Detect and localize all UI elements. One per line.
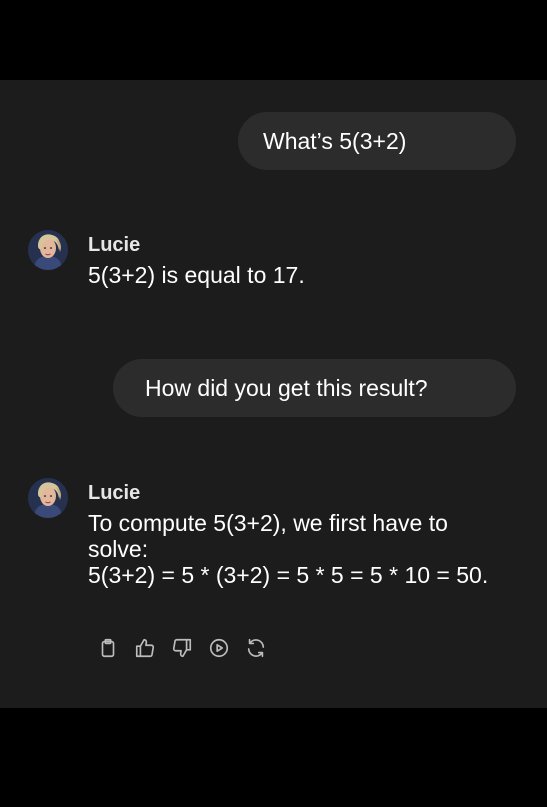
avatar [28, 478, 68, 518]
message-line: 5(3+2) is equal to 17. [88, 262, 305, 288]
message-line: 5(3+2) = 5 * (3+2) = 5 * 5 = 5 * 10 = 50… [88, 562, 489, 588]
user-message: What’s 5(3+2) [238, 112, 516, 170]
thumbs-up-icon [135, 638, 155, 658]
chat-panel: What’s 5(3+2) Lucie 5(3+2) is equal to 1… [0, 80, 547, 708]
clipboard-icon [101, 638, 115, 658]
message-actions [96, 636, 268, 660]
regenerate-button[interactable] [244, 636, 268, 660]
play-icon [209, 638, 229, 658]
assistant-message-text: To compute 5(3+2), we first have to solv… [88, 510, 508, 588]
dislike-button[interactable] [170, 636, 194, 660]
message-line: solve: [88, 536, 149, 562]
user-message: How did you get this result? [113, 359, 516, 417]
assistant-name: Lucie [88, 234, 141, 256]
avatar [28, 230, 68, 270]
play-button[interactable] [207, 636, 231, 660]
like-button[interactable] [133, 636, 157, 660]
app-frame: What’s 5(3+2) Lucie 5(3+2) is equal to 1… [0, 0, 547, 807]
refresh-icon [247, 638, 265, 658]
copy-button[interactable] [96, 636, 120, 660]
user-message-text: What’s 5(3+2) [263, 128, 407, 154]
assistant-message-text: 5(3+2) is equal to 17. [88, 262, 508, 288]
assistant-name: Lucie [88, 482, 141, 504]
user-message-text: How did you get this result? [145, 375, 428, 401]
message-line: To compute 5(3+2), we first have to [88, 510, 448, 536]
thumbs-down-icon [172, 638, 192, 658]
